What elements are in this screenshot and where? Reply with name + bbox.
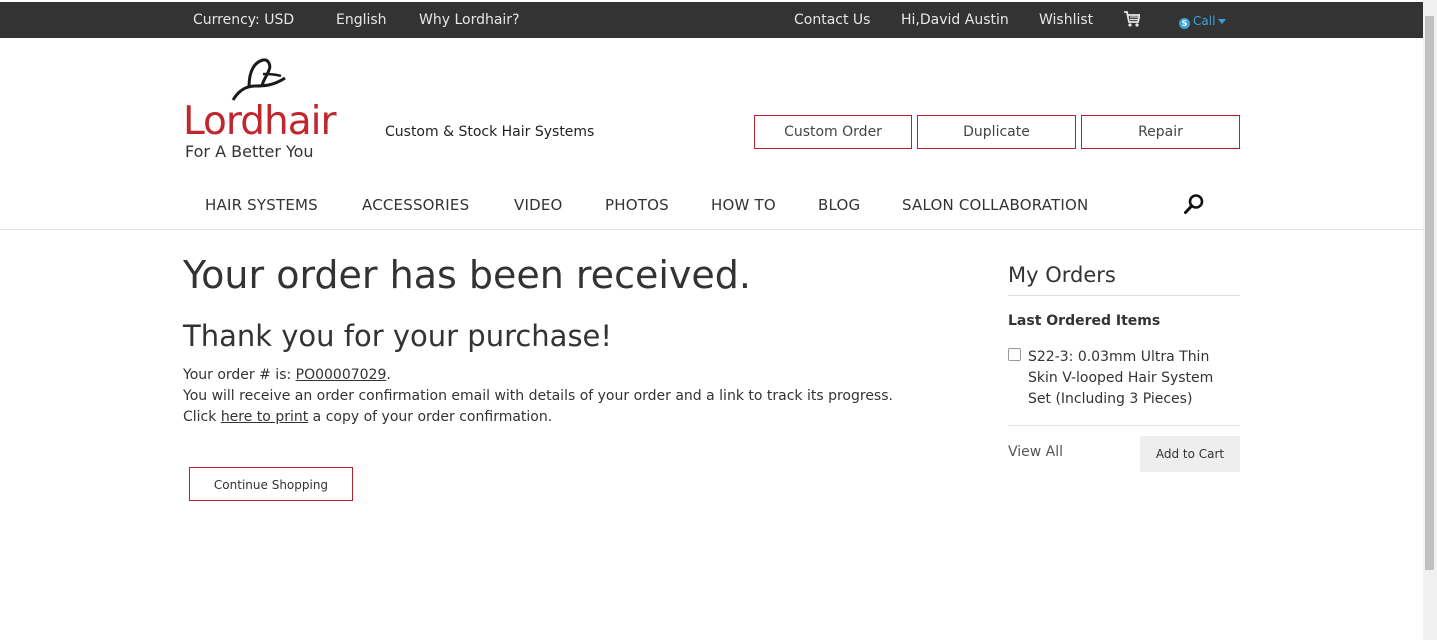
nav-item-hair-systems[interactable]: HAIR SYSTEMS bbox=[205, 196, 318, 214]
print-line: Click here to print a copy of your order… bbox=[183, 407, 552, 427]
currency-value: USD bbox=[264, 12, 295, 28]
call-dropdown[interactable]: S Call bbox=[1179, 2, 1227, 40]
search-icon[interactable] bbox=[1183, 193, 1205, 215]
nav-item-photos[interactable]: PHOTOS bbox=[605, 196, 669, 214]
sidebar-title: My Orders bbox=[1008, 263, 1116, 287]
nav-item-blog[interactable]: BLOG bbox=[818, 196, 860, 214]
sidebar-divider-bottom bbox=[1008, 425, 1240, 426]
duplicate-button[interactable]: Duplicate bbox=[917, 115, 1076, 149]
cart-icon[interactable] bbox=[1124, 10, 1140, 28]
print-suffix: a copy of your order confirmation. bbox=[308, 409, 553, 425]
nav-item-accessories[interactable]: ACCESSORIES bbox=[362, 196, 469, 214]
page-scrollbar[interactable] bbox=[1423, 0, 1437, 640]
brand-logo[interactable]: Lordhair For A Better You bbox=[183, 56, 345, 166]
nav-item-how-to[interactable]: HOW TO bbox=[711, 196, 776, 214]
page-title: Your order has been received. bbox=[183, 253, 751, 297]
top-bar: Currency: USD English Why Lordhair? Cont… bbox=[0, 2, 1423, 38]
last-ordered-item[interactable]: S22-3: 0.03mm Ultra Thin Skin V-looped H… bbox=[1028, 347, 1233, 410]
header-tagline: Custom & Stock Hair Systems bbox=[385, 124, 595, 140]
nav-item-video[interactable]: VIDEO bbox=[514, 196, 563, 214]
order-number-line: Your order # is: PO00007029. bbox=[183, 365, 391, 385]
custom-order-button[interactable]: Custom Order bbox=[754, 115, 912, 149]
logo-tagline: For A Better You bbox=[185, 142, 314, 161]
logo-wordmark: Lordhair bbox=[183, 99, 336, 144]
scrollbar-thumb[interactable] bbox=[1425, 16, 1434, 570]
order-number-link[interactable]: PO00007029 bbox=[296, 367, 387, 383]
sidebar-divider bbox=[1008, 295, 1240, 296]
repair-button[interactable]: Repair bbox=[1081, 115, 1240, 149]
currency-label: Currency: bbox=[193, 12, 260, 28]
email-notice: You will receive an order confirmation e… bbox=[183, 388, 893, 404]
item-checkbox[interactable] bbox=[1008, 348, 1021, 361]
order-number-suffix: . bbox=[386, 367, 391, 383]
nav-divider bbox=[0, 229, 1423, 230]
currency-selector[interactable]: Currency: USD bbox=[193, 2, 294, 38]
sidebar-subtitle: Last Ordered Items bbox=[1008, 313, 1161, 329]
print-link[interactable]: here to print bbox=[221, 409, 308, 425]
page-subtitle: Thank you for your purchase! bbox=[183, 319, 613, 353]
chevron-down-icon bbox=[1218, 19, 1227, 24]
print-prefix: Click bbox=[183, 409, 221, 425]
call-label: Call bbox=[1193, 14, 1216, 28]
add-to-cart-button[interactable]: Add to Cart bbox=[1140, 436, 1240, 472]
hat-icon bbox=[231, 58, 286, 101]
why-lordhair-link[interactable]: Why Lordhair? bbox=[419, 2, 520, 38]
continue-shopping-button[interactable]: Continue Shopping bbox=[189, 467, 353, 501]
nav-item-salon-collaboration[interactable]: SALON COLLABORATION bbox=[902, 196, 1088, 214]
wishlist-link[interactable]: Wishlist bbox=[1039, 2, 1093, 38]
account-greeting-link[interactable]: Hi,David Austin bbox=[901, 2, 1009, 38]
view-all-link[interactable]: View All bbox=[1008, 444, 1063, 460]
language-selector[interactable]: English bbox=[336, 2, 387, 38]
contact-us-link[interactable]: Contact Us bbox=[794, 2, 870, 38]
order-number-prefix: Your order # is: bbox=[183, 367, 296, 383]
skype-icon: S bbox=[1179, 18, 1190, 29]
